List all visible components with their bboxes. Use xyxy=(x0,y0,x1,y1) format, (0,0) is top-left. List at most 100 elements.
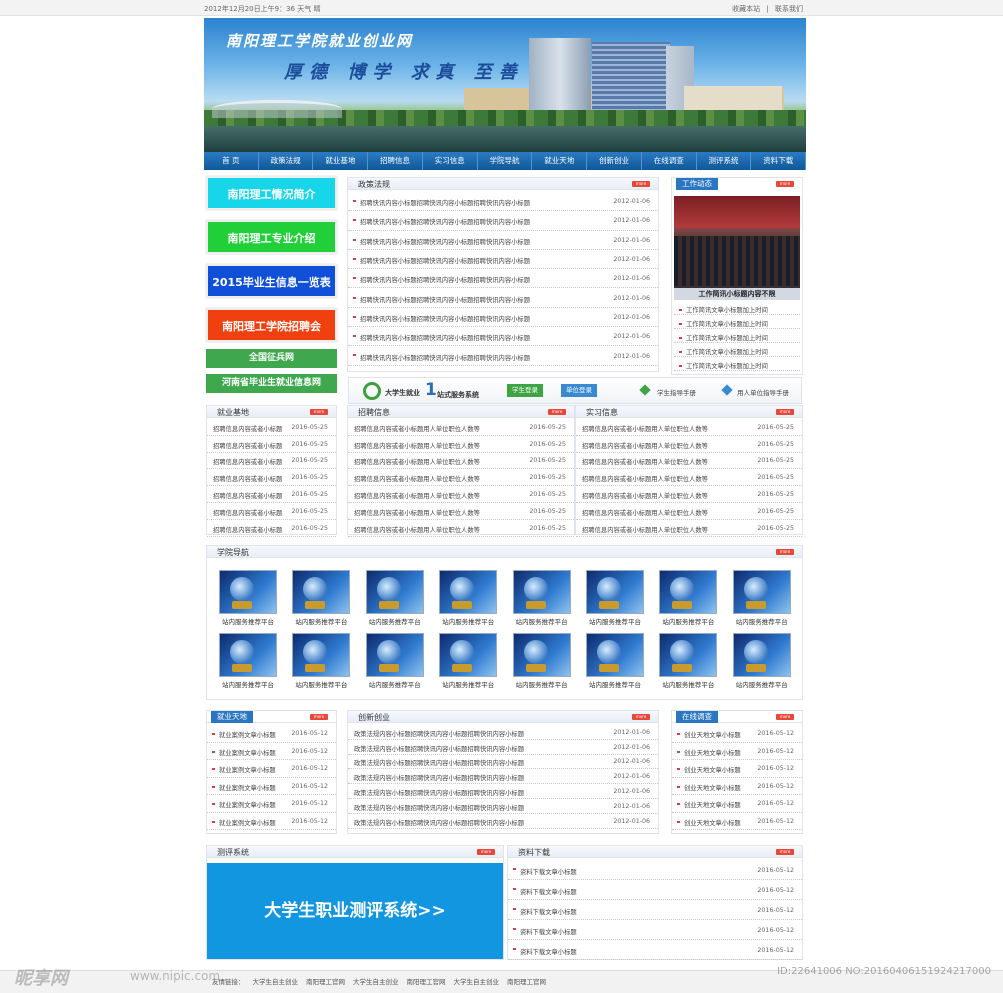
item-title[interactable]: 资料下载文章小标题 xyxy=(520,907,577,916)
list-item[interactable]: 创业天地文章小标题 2016-05-12 xyxy=(672,813,802,830)
list-item[interactable]: 资料下载文章小标题 2016-05-12 xyxy=(508,920,802,940)
contact-link[interactable]: 联系我们 xyxy=(775,5,803,13)
list-item[interactable]: 政策法规内容小标题招聘快讯内容小标题招聘快讯内容小标题 2012-01-06 xyxy=(348,755,658,770)
henan-jobs-link[interactable]: 河南省毕业生就业信息网 xyxy=(206,374,337,393)
item-title[interactable]: 资料下载文章小标题 xyxy=(520,947,577,956)
service-tile[interactable]: 站内服务推荐平台 xyxy=(659,633,718,689)
item-title[interactable]: 招聘快讯内容小标题招聘快讯内容小标题招聘快讯内容小标题 xyxy=(360,295,530,304)
list-item[interactable]: 政策法规内容小标题招聘快讯内容小标题招聘快讯内容小标题 2012-01-06 xyxy=(348,740,658,755)
item-title[interactable]: 政策法规内容小标题招聘快讯内容小标题招聘快讯内容小标题 xyxy=(354,788,524,797)
list-item[interactable]: 招聘快讯内容小标题招聘快讯内容小标题招聘快讯内容小标题 2012-01-06 xyxy=(348,269,658,289)
list-item[interactable]: 资料下载文章小标题 2016-05-12 xyxy=(508,900,802,920)
student-manual-link[interactable]: 学生指导手册 xyxy=(657,387,696,397)
item-title[interactable]: 招聘信息内容或者小标题 xyxy=(213,424,282,433)
more-button[interactable]: more xyxy=(477,849,495,855)
list-item[interactable]: 招聘信息内容或者小标题用人单位职位人数等 2016-05-25 xyxy=(348,419,574,436)
list-item[interactable]: 招聘快讯内容小标题招聘快讯内容小标题招聘快讯内容小标题 2012-01-06 xyxy=(348,231,658,250)
item-title[interactable]: 创业天地文章小标题 xyxy=(684,765,741,774)
list-item[interactable]: 政策法规内容小标题招聘快讯内容小标题招聘快讯内容小标题 2012-01-06 xyxy=(348,725,658,740)
list-item[interactable]: 工作简讯文章小标题加上时间 xyxy=(674,301,800,315)
list-item[interactable]: 政策法规内容小标题招聘快讯内容小标题招聘快讯内容小标题 2012-01-06 xyxy=(348,769,658,785)
item-title[interactable]: 招聘信息内容或者小标题用人单位职位人数等 xyxy=(354,457,480,466)
item-title[interactable]: 就业案例文章小标题 xyxy=(219,783,276,792)
list-item[interactable]: 招聘快讯内容小标题招聘快讯内容小标题招聘快讯内容小标题 2012-01-06 xyxy=(348,192,658,212)
list-item[interactable]: 招聘信息内容或者小标题用人单位职位人数等 2016-05-25 xyxy=(348,436,574,453)
nav-item[interactable]: 实习信息 xyxy=(423,152,478,170)
item-title[interactable]: 创业天地文章小标题 xyxy=(684,818,741,827)
item-title[interactable]: 工作简讯文章小标题加上时间 xyxy=(686,319,768,328)
item-title[interactable]: 创业天地文章小标题 xyxy=(684,730,741,739)
nav-item[interactable]: 招聘信息 xyxy=(368,152,423,170)
service-tile[interactable]: 站内服务推荐平台 xyxy=(732,633,791,689)
list-item[interactable]: 工作简讯文章小标题加上时间 xyxy=(674,343,800,357)
list-item[interactable]: 招聘信息内容或者小标题用人单位职位人数等 2016-05-25 xyxy=(576,520,802,537)
list-item[interactable]: 招聘信息内容或者小标题 2016-05-25 xyxy=(207,503,336,520)
item-title[interactable]: 招聘快讯内容小标题招聘快讯内容小标题招聘快讯内容小标题 xyxy=(360,333,530,342)
footer-link[interactable]: 大学生自主创业 xyxy=(253,978,299,986)
service-tile[interactable]: 站内服务推荐平台 xyxy=(439,570,498,626)
nav-item[interactable]: 资料下载 xyxy=(751,152,807,170)
more-button[interactable]: more xyxy=(310,409,328,415)
list-item[interactable]: 招聘信息内容或者小标题用人单位职位人数等 2016-05-25 xyxy=(576,436,802,453)
list-item[interactable]: 资料下载文章小标题 2016-05-12 xyxy=(508,940,802,960)
list-item[interactable]: 招聘信息内容或者小标题 2016-05-25 xyxy=(207,486,336,503)
item-title[interactable]: 政策法规内容小标题招聘快讯内容小标题招聘快讯内容小标题 xyxy=(354,729,524,738)
item-title[interactable]: 招聘信息内容或者小标题 xyxy=(213,525,282,534)
item-title[interactable]: 招聘信息内容或者小标题用人单位职位人数等 xyxy=(582,457,708,466)
unit-login-button[interactable]: 单位登录 xyxy=(561,384,597,397)
item-title[interactable]: 创业天地文章小标题 xyxy=(684,783,741,792)
work-photo[interactable]: 工作简讯小标题内容不限 xyxy=(674,196,800,300)
list-item[interactable]: 招聘信息内容或者小标题用人单位职位人数等 2016-05-25 xyxy=(576,469,802,487)
item-title[interactable]: 招聘快讯内容小标题招聘快讯内容小标题招聘快讯内容小标题 xyxy=(360,314,530,323)
bookmark-link[interactable]: 收藏本站 xyxy=(732,5,760,13)
list-item[interactable]: 创业天地文章小标题 2016-05-12 xyxy=(672,778,802,795)
list-item[interactable]: 工作简讯文章小标题加上时间 xyxy=(674,315,800,329)
list-item[interactable]: 政策法规内容小标题招聘快讯内容小标题招聘快讯内容小标题 2012-01-06 xyxy=(348,784,658,799)
item-title[interactable]: 招聘信息内容或者小标题用人单位职位人数等 xyxy=(354,491,480,500)
item-title[interactable]: 招聘信息内容或者小标题 xyxy=(213,508,282,517)
student-login-button[interactable]: 学生登录 xyxy=(507,384,543,397)
item-title[interactable]: 工作简讯文章小标题加上时间 xyxy=(686,333,768,342)
item-title[interactable]: 招聘信息内容或者小标题 xyxy=(213,441,282,450)
list-item[interactable]: 招聘信息内容或者小标题用人单位职位人数等 2016-05-25 xyxy=(576,486,802,503)
item-title[interactable]: 政策法规内容小标题招聘快讯内容小标题招聘快讯内容小标题 xyxy=(354,818,524,827)
more-button[interactable]: more xyxy=(776,849,794,855)
list-item[interactable]: 创业天地文章小标题 2016-05-12 xyxy=(672,760,802,778)
list-item[interactable]: 工作简讯文章小标题加上时间 xyxy=(674,357,800,371)
nav-item[interactable]: 首 页 xyxy=(204,152,259,170)
nav-item[interactable]: 创新创业 xyxy=(587,152,642,170)
list-item[interactable]: 就业案例文章小标题 2016-05-12 xyxy=(207,813,336,830)
item-title[interactable]: 招聘信息内容或者小标题用人单位职位人数等 xyxy=(582,424,708,433)
intro-link[interactable]: 南阳理工情况简介 xyxy=(206,176,337,210)
unit-manual-link[interactable]: 用人单位指导手册 xyxy=(737,387,789,397)
more-button[interactable]: more xyxy=(776,181,794,187)
list-item[interactable]: 创业天地文章小标题 2016-05-12 xyxy=(672,743,802,760)
item-title[interactable]: 就业案例文章小标题 xyxy=(219,765,276,774)
list-item[interactable]: 招聘信息内容或者小标题用人单位职位人数等 2016-05-25 xyxy=(576,453,802,470)
item-title[interactable]: 资料下载文章小标题 xyxy=(520,867,577,876)
list-item[interactable]: 招聘快讯内容小标题招聘快讯内容小标题招聘快讯内容小标题 2012-01-06 xyxy=(348,211,658,231)
item-title[interactable]: 招聘快讯内容小标题招聘快讯内容小标题招聘快讯内容小标题 xyxy=(360,237,530,246)
item-title[interactable]: 招聘信息内容或者小标题 xyxy=(213,457,282,466)
footer-link[interactable]: 大学生自主创业 xyxy=(454,978,500,986)
more-button[interactable]: more xyxy=(548,409,566,415)
item-title[interactable]: 就业案例文章小标题 xyxy=(219,800,276,809)
service-tile[interactable]: 站内服务推荐平台 xyxy=(659,570,718,626)
item-title[interactable]: 招聘信息内容或者小标题用人单位职位人数等 xyxy=(582,474,708,483)
list-item[interactable]: 就业案例文章小标题 2016-05-12 xyxy=(207,725,336,743)
list-item[interactable]: 招聘信息内容或者小标题用人单位职位人数等 2016-05-25 xyxy=(576,419,802,436)
more-button[interactable]: more xyxy=(776,409,794,415)
service-tile[interactable]: 站内服务推荐平台 xyxy=(732,570,791,626)
assessment-banner[interactable]: 大学生职业测评系统>> xyxy=(207,863,503,959)
item-title[interactable]: 招聘信息内容或者小标题用人单位职位人数等 xyxy=(354,474,480,483)
more-button[interactable]: more xyxy=(776,549,794,555)
more-button[interactable]: more xyxy=(776,714,794,720)
service-tile[interactable]: 站内服务推荐平台 xyxy=(512,633,571,689)
list-item[interactable]: 招聘信息内容或者小标题 2016-05-25 xyxy=(207,469,336,487)
item-title[interactable]: 招聘信息内容或者小标题 xyxy=(213,491,282,500)
list-item[interactable]: 招聘快讯内容小标题招聘快讯内容小标题招聘快讯内容小标题 2012-01-06 xyxy=(348,308,658,328)
nav-item[interactable]: 在线调查 xyxy=(642,152,697,170)
list-item[interactable]: 创业天地文章小标题 2016-05-12 xyxy=(672,725,802,743)
more-button[interactable]: more xyxy=(632,181,650,187)
item-title[interactable]: 招聘信息内容或者小标题用人单位职位人数等 xyxy=(354,424,480,433)
